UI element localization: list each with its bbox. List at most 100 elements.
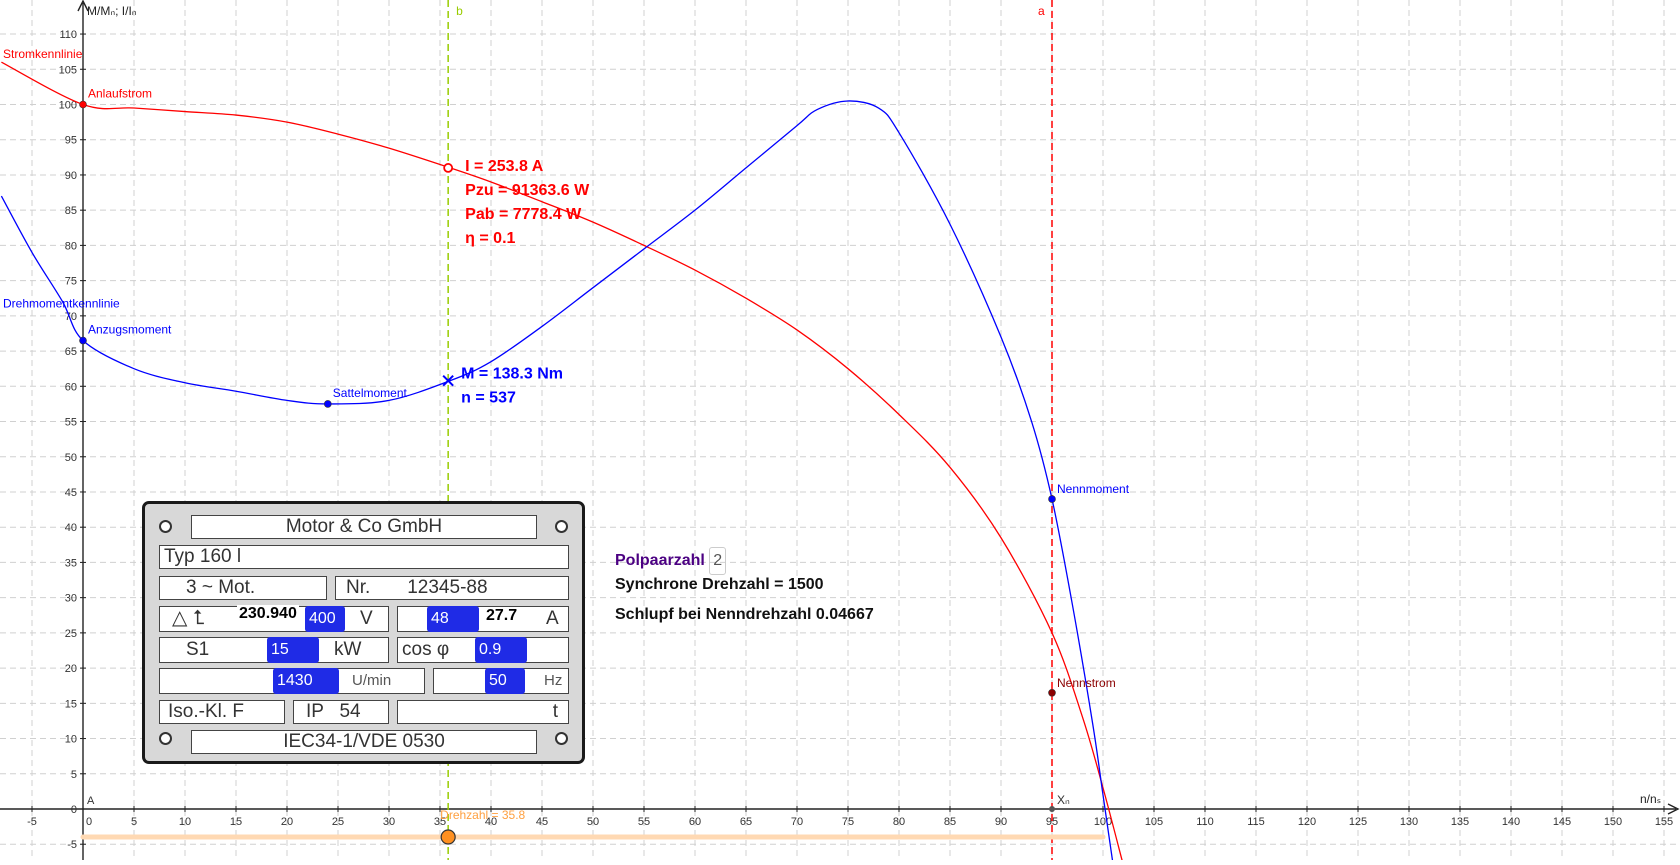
x-tick-label: 20 xyxy=(281,816,293,828)
x-tick-label: 80 xyxy=(893,816,905,828)
origin-label: A xyxy=(87,795,95,807)
freq-input[interactable]: 50 xyxy=(485,668,525,694)
y-tick-label: 60 xyxy=(65,381,77,393)
anzugsmoment-point[interactable] xyxy=(79,336,87,345)
x-tick-label: -5 xyxy=(27,816,37,828)
power-unit: kW xyxy=(334,639,362,660)
slip-text: Schlupf bei Nenndrehzahl 0.04667 xyxy=(615,606,874,623)
plate-t: t xyxy=(397,700,569,724)
nennmoment-point[interactable] xyxy=(1048,495,1056,503)
y-tick-label: -5 xyxy=(67,839,77,851)
sattelmoment-point[interactable] xyxy=(323,400,332,408)
nennstrom-point-label: Nennstrom xyxy=(1057,676,1116,690)
y-tick-label: 5 xyxy=(71,769,77,781)
screw-hole-icon xyxy=(159,732,172,745)
y-axis-label: M/Mₙ; I/Iₙ xyxy=(87,4,137,18)
freq-unit: Hz xyxy=(544,672,563,689)
y-tick-label: 40 xyxy=(65,522,77,534)
current-input[interactable]: 48 xyxy=(427,606,479,632)
plate-ip: IP 54 xyxy=(293,700,389,724)
x-tick-label: 45 xyxy=(536,816,548,828)
x-tick-label: 65 xyxy=(740,816,752,828)
x-tick-label: 140 xyxy=(1502,816,1520,828)
x-tick-label: 110 xyxy=(1196,816,1214,828)
readout-texts: I = 253.8 A Pzu = 91363.6 W Pab = 7778.4 W… xyxy=(461,158,590,407)
x-tick-label: 60 xyxy=(689,816,701,828)
x-tick-label: 105 xyxy=(1145,816,1163,828)
x-tick-label: 5 xyxy=(131,816,137,828)
y-tick-label: 65 xyxy=(65,346,77,358)
sattelmoment-point-label: Sattelmoment xyxy=(333,386,408,400)
delta-star-icon: △ ⮤ xyxy=(172,607,205,629)
y-tick-label: 0 xyxy=(71,804,77,816)
x-tick-label: 10 xyxy=(179,816,191,828)
y-tick-label: 20 xyxy=(65,663,77,675)
slider-handle[interactable] xyxy=(440,829,456,845)
torque-readout-line: n = 537 xyxy=(461,390,516,407)
slider-label: Drehzahl = 35.8 xyxy=(440,808,525,822)
current-unit: A xyxy=(546,608,559,629)
x-tick-label: 125 xyxy=(1349,816,1367,828)
plate-maker: Motor & Co GmbH xyxy=(191,515,537,539)
torque-readout-line: M = 138.3 Nm xyxy=(461,366,563,383)
y-tick-label: 55 xyxy=(65,417,77,429)
polpaar-label: Polpaarzahl xyxy=(615,552,705,569)
xn-point[interactable] xyxy=(1049,806,1055,812)
x-tick-label: 85 xyxy=(944,816,956,828)
y-tick-label: 95 xyxy=(65,135,77,147)
line-a-label: a xyxy=(1038,4,1045,18)
polpaar-input[interactable]: 2 xyxy=(709,547,727,575)
current-readout-line: I = 253.8 A xyxy=(465,158,544,175)
x-tick-label: 135 xyxy=(1451,816,1469,828)
x-tick-label: 50 xyxy=(587,816,599,828)
x-tick-label: 120 xyxy=(1298,816,1316,828)
y-tick-label: 75 xyxy=(65,276,77,288)
x-tick-label: 90 xyxy=(995,816,1007,828)
x-axis-label: n/nₛ xyxy=(1640,792,1661,806)
voltage-input[interactable]: 400 xyxy=(305,606,345,632)
sync-speed-text: Synchrone Drehzahl = 1500 xyxy=(615,576,824,593)
anlaufstrom-point-label: Anlaufstrom xyxy=(88,87,152,101)
screw-hole-icon xyxy=(555,520,568,533)
cosphi-label: cos φ xyxy=(402,639,450,660)
x-tick-label: 115 xyxy=(1247,816,1265,828)
plate-nr: Nr. 12345-88 xyxy=(335,576,569,600)
torque-curve-label: Drehmomentkennlinie xyxy=(3,296,120,310)
screw-hole-icon xyxy=(555,732,568,745)
y-tick-label: 45 xyxy=(65,487,77,499)
x-tick-label: 100 xyxy=(1094,816,1112,828)
speed-unit: U/min xyxy=(352,672,392,689)
plate-norm: IEC34-1/VDE 0530 xyxy=(191,730,537,754)
x-tick-label: 15 xyxy=(230,816,242,828)
cosphi-input[interactable]: 0.9 xyxy=(475,637,527,663)
nennstrom-point[interactable] xyxy=(1048,688,1056,697)
x-tick-label: 155 xyxy=(1655,816,1673,828)
x-tick-label: 150 xyxy=(1604,816,1622,828)
xn-point-label: Xₙ xyxy=(1057,793,1070,807)
x-tick-label: 130 xyxy=(1400,816,1418,828)
x-tick-label: 55 xyxy=(638,816,650,828)
y-tick-label: 50 xyxy=(65,452,77,464)
y-tick-label: 80 xyxy=(65,240,77,252)
voltage-phase-value: 230.940 xyxy=(237,605,299,623)
x-tick-label: 0 xyxy=(86,816,92,828)
y-tick-label: 35 xyxy=(65,557,77,569)
y-tick-label: 25 xyxy=(65,628,77,640)
x-tick-label: 30 xyxy=(383,816,395,828)
polpaar-row: Polpaarzahl 2 xyxy=(615,547,727,575)
voltage-unit: V xyxy=(360,608,373,629)
screw-hole-icon xyxy=(159,520,172,533)
x-tick-label: 145 xyxy=(1553,816,1571,828)
y-tick-label: 105 xyxy=(59,64,77,76)
current-marker[interactable] xyxy=(443,163,454,173)
x-tick-label: 25 xyxy=(332,816,344,828)
plate-typ: Typ 160 l xyxy=(159,545,569,569)
line-b-label: b xyxy=(456,4,463,18)
current-phase-value: 27.7 xyxy=(483,607,521,625)
plate-iso: Iso.-Kl. F xyxy=(159,700,285,724)
speed-input[interactable]: 1430 xyxy=(273,668,339,694)
y-tick-label: 10 xyxy=(65,734,77,746)
power-input[interactable]: 15 xyxy=(267,637,319,663)
anlaufstrom-point[interactable] xyxy=(79,100,87,109)
geogebra-canvas[interactable]: M/Mₙ; I/Iₙ n/nₛ A -5 0 5 10 15 20 25 30 35 40 45 50 55… xyxy=(0,0,1680,865)
